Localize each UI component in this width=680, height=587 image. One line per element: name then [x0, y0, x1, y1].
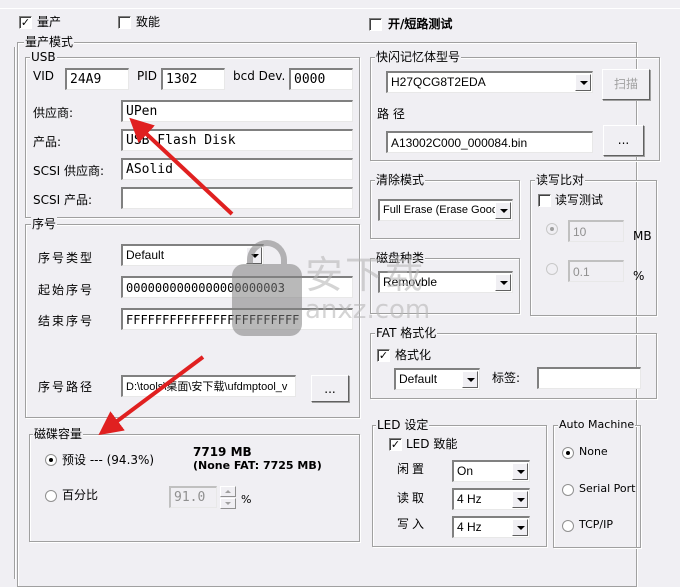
led-write-value: 4 Hz [457, 520, 482, 534]
led-read-select[interactable]: 4 Hz [452, 488, 530, 510]
percent-unit: % [241, 493, 252, 506]
bcd-label: bcd Dev. [233, 69, 286, 83]
percent-stepper[interactable] [220, 486, 236, 509]
percent-radio[interactable] [45, 490, 57, 502]
serial-end-label: 结束序号 [38, 314, 95, 328]
capacity-none-fat: (None FAT: 7725 MB) [193, 459, 322, 472]
rw-pct-input[interactable]: 0.1 [568, 260, 624, 282]
mp-mode-title: 量产模式 [24, 35, 75, 49]
serial-title: 序号 [31, 217, 58, 231]
chevron-down-icon[interactable] [512, 519, 528, 536]
chevron-down-icon[interactable] [495, 202, 511, 219]
led-write-select[interactable]: 4 Hz [452, 516, 530, 538]
rw-pct-unit: % [633, 269, 645, 283]
preset-radio[interactable] [45, 454, 57, 466]
led-read-label: 读取 [397, 491, 428, 505]
scsi-vendor-label: SCSI 供应商: [33, 164, 105, 178]
usb-title: USB [30, 50, 57, 64]
serial-start-label: 起始序号 [38, 283, 95, 297]
serial-path-label: 序号路径 [38, 380, 95, 394]
fat-title: FAT 格式化 [375, 326, 438, 340]
product-input[interactable]: USB Flash Disk [121, 129, 353, 151]
percent-label: 百分比 [62, 488, 99, 502]
open-short-test-label: 开/短路测试 [388, 17, 453, 31]
preset-label: 预设 --- (94.3%) [62, 453, 155, 467]
percent-input[interactable]: 91.0 [169, 486, 217, 508]
serial-path-browse-button[interactable]: ... [311, 375, 349, 402]
chevron-down-icon[interactable] [575, 74, 591, 91]
serial-path-input[interactable]: D:\tools\桌面\安下载\ufdmptool_v [121, 375, 296, 397]
rw-test-checkbox[interactable] [538, 194, 551, 207]
chevron-down-icon[interactable] [512, 463, 528, 480]
scsi-product-label: SCSI 产品: [33, 193, 93, 207]
mass-production-checkbox[interactable]: ✓ [19, 16, 32, 29]
serial-type-label: 序号类型 [38, 251, 95, 265]
erase-mode-value: Full Erase (Erase Good) [383, 204, 502, 216]
led-idle-value: On [457, 464, 474, 478]
fat-tag-input[interactable] [537, 367, 641, 389]
rw-compare-title: 读写比对 [535, 173, 586, 187]
auto-tcpip-label: TCP/IP [579, 518, 613, 531]
product-label: 产品: [33, 135, 62, 149]
vendor-label: 供应商: [33, 106, 74, 120]
chevron-down-icon[interactable] [512, 491, 528, 508]
fat-type-value: Default [399, 372, 438, 386]
stepper-down-icon[interactable] [220, 498, 236, 509]
led-title: LED 设定 [376, 418, 430, 432]
erase-title: 清除模式 [375, 173, 426, 187]
watermark-text: 安下载 [305, 253, 426, 297]
flash-path-browse-button[interactable]: ... [603, 125, 644, 156]
auto-none-label: None [579, 445, 608, 458]
led-idle-label: 闲置 [397, 462, 428, 476]
vendor-input[interactable]: UPen [121, 100, 353, 122]
fat-tag-label: 标签: [492, 371, 521, 385]
pid-input[interactable]: 1302 [161, 68, 225, 90]
scsi-vendor-input[interactable]: ASolid [121, 158, 353, 180]
frame-border [15, 47, 16, 579]
enable-checkbox[interactable] [118, 16, 131, 29]
rw-mb-input[interactable]: 10 [568, 220, 624, 242]
fat-format-checkbox[interactable]: ✓ [377, 349, 390, 362]
rw-pct-radio[interactable] [546, 263, 558, 275]
auto-machine-title: Auto Machine [558, 418, 636, 432]
flash-title: 快闪记忆体型号 [375, 50, 462, 64]
vid-label: VID [33, 69, 54, 83]
auto-serial-label: Serial Port [579, 482, 636, 495]
scsi-product-input[interactable] [121, 187, 353, 209]
watermark-logo-icon [232, 240, 302, 336]
rw-mb-unit: MB [633, 229, 652, 243]
auto-none-radio[interactable] [562, 447, 574, 459]
top-divider [0, 0, 680, 9]
led-enable-label: LED 致能 [406, 437, 458, 451]
flash-path-label: 路 径 [377, 107, 405, 121]
stepper-up-icon[interactable] [220, 486, 236, 497]
rw-test-label: 读写测试 [555, 193, 604, 207]
chevron-down-icon[interactable] [495, 274, 511, 291]
bcd-input[interactable]: 0000 [289, 68, 353, 90]
fat-format-label: 格式化 [395, 348, 432, 362]
vid-input[interactable]: 24A9 [65, 68, 129, 90]
led-idle-select[interactable]: On [452, 460, 530, 482]
auto-serial-radio[interactable] [562, 484, 574, 496]
pid-label: PID [137, 69, 158, 83]
led-read-value: 4 Hz [457, 492, 482, 506]
rw-mb-radio[interactable] [546, 223, 558, 235]
mass-production-label: 量产 [37, 15, 62, 29]
flash-model-value: H27QCG8T2EDA [391, 75, 486, 89]
flash-model-select[interactable]: H27QCG8T2EDA [386, 71, 593, 93]
open-short-test-checkbox[interactable] [369, 18, 382, 31]
enable-label: 致能 [136, 15, 161, 29]
auto-tcpip-radio[interactable] [562, 520, 574, 532]
scan-button[interactable]: 扫描 [602, 69, 650, 100]
flash-path-input[interactable]: A13002C000_000084.bin [386, 131, 593, 153]
led-write-label: 写入 [397, 517, 428, 531]
fat-type-select[interactable]: Default [394, 368, 480, 390]
chevron-down-icon[interactable] [462, 371, 478, 388]
erase-mode-select[interactable]: Full Erase (Erase Good) [378, 199, 513, 221]
led-enable-checkbox[interactable]: ✓ [389, 438, 402, 451]
capacity-title: 磁碟容量 [33, 427, 84, 441]
serial-type-value: Default [126, 248, 165, 262]
watermark-url: anxz.com [305, 295, 431, 325]
